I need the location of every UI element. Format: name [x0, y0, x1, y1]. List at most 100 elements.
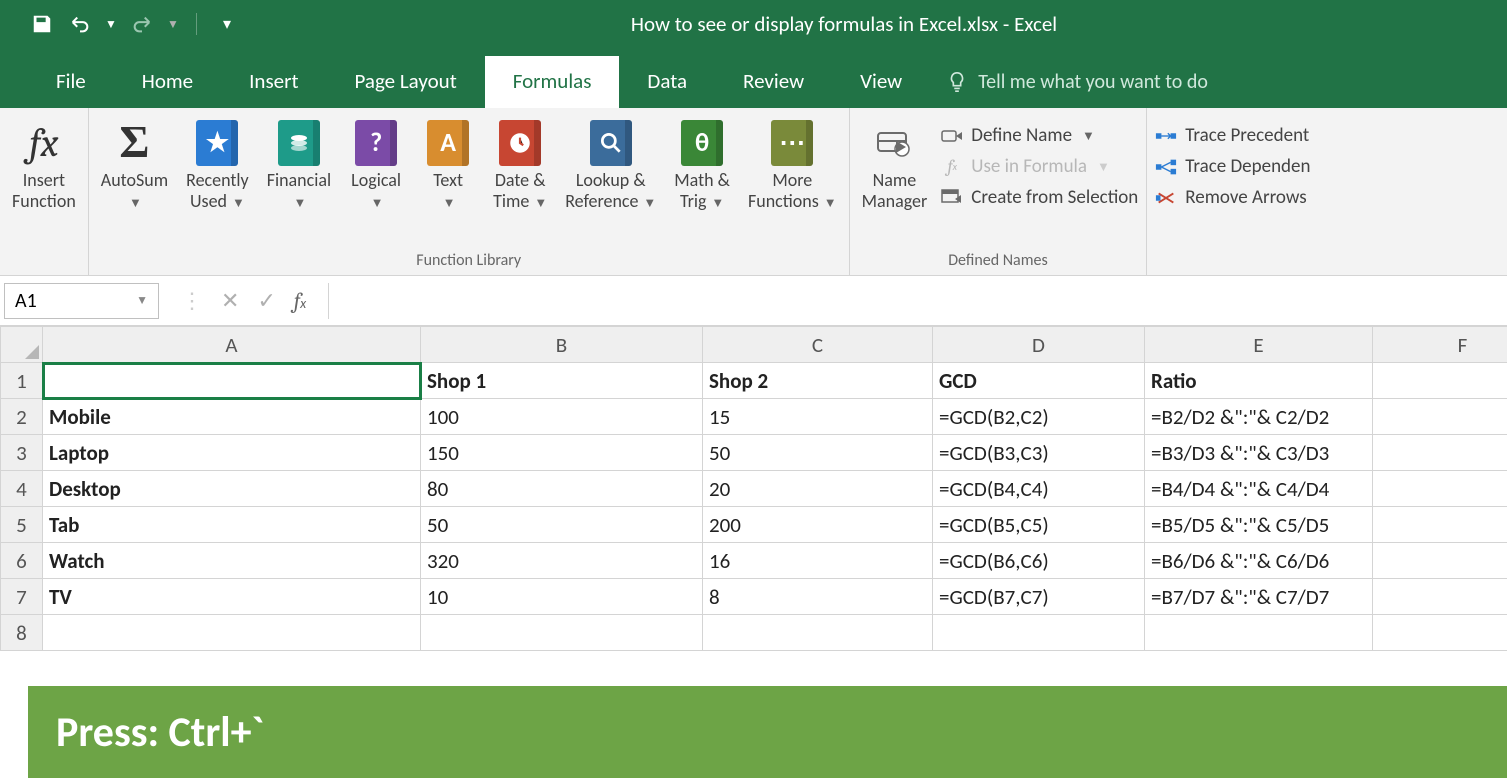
row-header[interactable]: 3: [1, 435, 43, 471]
create-from-selection-button[interactable]: Create from Selection: [941, 186, 1138, 209]
cell-E5[interactable]: =B5/D5 &":"& C5/D5: [1145, 507, 1373, 543]
cell-B2[interactable]: 100: [421, 399, 703, 435]
more-functions-button[interactable]: ⋯ More Functions ▼: [744, 118, 841, 214]
cell-F6[interactable]: [1373, 543, 1507, 579]
cell-F4[interactable]: [1373, 471, 1507, 507]
cell-E8[interactable]: [1145, 615, 1373, 651]
cell-C4[interactable]: 20: [703, 471, 933, 507]
cell-A4[interactable]: Desktop: [43, 471, 421, 507]
cell-D8[interactable]: [933, 615, 1145, 651]
cell-B1[interactable]: Shop 1: [421, 363, 703, 399]
undo-dropdown-icon[interactable]: ▼: [104, 10, 118, 38]
cell-E3[interactable]: =B3/D3 &":"& C3/D3: [1145, 435, 1373, 471]
cell-F1[interactable]: [1373, 363, 1507, 399]
cell-E1[interactable]: Ratio: [1145, 363, 1373, 399]
cell-E4[interactable]: =B4/D4 &":"& C4/D4: [1145, 471, 1373, 507]
cell-F2[interactable]: [1373, 399, 1507, 435]
tab-formulas[interactable]: Formulas: [485, 56, 620, 108]
col-header-A[interactable]: A: [43, 327, 421, 363]
date-time-button[interactable]: Date & Time ▼: [489, 118, 551, 214]
cell-A2[interactable]: Mobile: [43, 399, 421, 435]
cell-F5[interactable]: [1373, 507, 1507, 543]
cancel-icon[interactable]: ✕: [221, 287, 239, 314]
cell-C1[interactable]: Shop 2: [703, 363, 933, 399]
cell-C7[interactable]: 8: [703, 579, 933, 615]
row-header[interactable]: 2: [1, 399, 43, 435]
insert-function-button[interactable]: fx Insert Function: [8, 118, 80, 213]
tell-me-search[interactable]: Tell me what you want to do: [946, 70, 1208, 108]
cell-B6[interactable]: 320: [421, 543, 703, 579]
select-all-corner[interactable]: [1, 327, 43, 363]
name-manager-button[interactable]: Name Manager: [858, 118, 932, 213]
row-header[interactable]: 1: [1, 363, 43, 399]
cell-A8[interactable]: [43, 615, 421, 651]
cell-B4[interactable]: 80: [421, 471, 703, 507]
cell-C5[interactable]: 200: [703, 507, 933, 543]
cell-F7[interactable]: [1373, 579, 1507, 615]
cell-F8[interactable]: [1373, 615, 1507, 651]
cell-E7[interactable]: =B7/D7 &":"& C7/D7: [1145, 579, 1373, 615]
define-name-button[interactable]: Define Name ▼: [941, 124, 1138, 147]
logical-button[interactable]: ? Logical▼: [345, 118, 407, 214]
row-header[interactable]: 5: [1, 507, 43, 543]
recently-used-button[interactable]: ★ Recently Used ▼: [182, 118, 253, 214]
cell-C3[interactable]: 50: [703, 435, 933, 471]
cell-B5[interactable]: 50: [421, 507, 703, 543]
cell-B7[interactable]: 10: [421, 579, 703, 615]
cell-A1[interactable]: [43, 363, 421, 399]
cell-A7[interactable]: TV: [43, 579, 421, 615]
tab-data[interactable]: Data: [619, 56, 715, 108]
row-header[interactable]: 7: [1, 579, 43, 615]
cell-C2[interactable]: 15: [703, 399, 933, 435]
math-trig-button[interactable]: θ Math & Trig ▼: [670, 118, 734, 214]
autosum-button[interactable]: Σ AutoSum▼: [97, 118, 172, 214]
cell-D3[interactable]: =GCD(B3,C3): [933, 435, 1145, 471]
cell-C8[interactable]: [703, 615, 933, 651]
trace-precedents-button[interactable]: Trace Precedent: [1155, 124, 1310, 147]
cell-A6[interactable]: Watch: [43, 543, 421, 579]
trace-dependents-button[interactable]: Trace Dependen: [1155, 155, 1310, 178]
tab-insert[interactable]: Insert: [221, 56, 326, 108]
formula-input[interactable]: [328, 283, 1503, 319]
col-header-B[interactable]: B: [421, 327, 703, 363]
tab-review[interactable]: Review: [715, 56, 832, 108]
cell-D2[interactable]: =GCD(B2,C2): [933, 399, 1145, 435]
enter-icon[interactable]: ✓: [257, 287, 275, 314]
cell-A3[interactable]: Laptop: [43, 435, 421, 471]
save-icon[interactable]: [28, 10, 56, 38]
undo-icon[interactable]: [66, 10, 94, 38]
cell-D7[interactable]: =GCD(B7,C7): [933, 579, 1145, 615]
redo-icon[interactable]: [128, 10, 156, 38]
cell-B8[interactable]: [421, 615, 703, 651]
cell-E6[interactable]: =B6/D6 &":"& C6/D6: [1145, 543, 1373, 579]
col-header-F[interactable]: F: [1373, 327, 1507, 363]
row-header[interactable]: 4: [1, 471, 43, 507]
fx-icon[interactable]: fx: [294, 288, 306, 314]
cell-D5[interactable]: =GCD(B5,C5): [933, 507, 1145, 543]
cell-C6[interactable]: 16: [703, 543, 933, 579]
cell-A5[interactable]: Tab: [43, 507, 421, 543]
cell-E2[interactable]: =B2/D2 &":"& C2/D2: [1145, 399, 1373, 435]
tab-file[interactable]: File: [28, 56, 114, 108]
redo-dropdown-icon[interactable]: ▼: [166, 10, 180, 38]
col-header-C[interactable]: C: [703, 327, 933, 363]
cell-B3[interactable]: 150: [421, 435, 703, 471]
cell-D6[interactable]: =GCD(B6,C6): [933, 543, 1145, 579]
use-in-formula-button[interactable]: fx Use in Formula ▼: [941, 155, 1138, 178]
tab-page-layout[interactable]: Page Layout: [326, 56, 484, 108]
lookup-reference-button[interactable]: Lookup & Reference ▼: [561, 118, 660, 214]
qat-customize-icon[interactable]: ▾: [213, 10, 241, 38]
remove-arrows-button[interactable]: Remove Arrows: [1155, 186, 1310, 209]
col-header-D[interactable]: D: [933, 327, 1145, 363]
cell-D4[interactable]: =GCD(B4,C4): [933, 471, 1145, 507]
financial-button[interactable]: Financial▼: [263, 118, 335, 214]
tab-home[interactable]: Home: [114, 56, 221, 108]
text-button[interactable]: A Text▼: [417, 118, 479, 214]
tab-view[interactable]: View: [832, 56, 930, 108]
col-header-E[interactable]: E: [1145, 327, 1373, 363]
row-header[interactable]: 8: [1, 615, 43, 651]
row-header[interactable]: 6: [1, 543, 43, 579]
cell-D1[interactable]: GCD: [933, 363, 1145, 399]
name-box[interactable]: A1 ▼: [4, 283, 159, 319]
cell-F3[interactable]: [1373, 435, 1507, 471]
